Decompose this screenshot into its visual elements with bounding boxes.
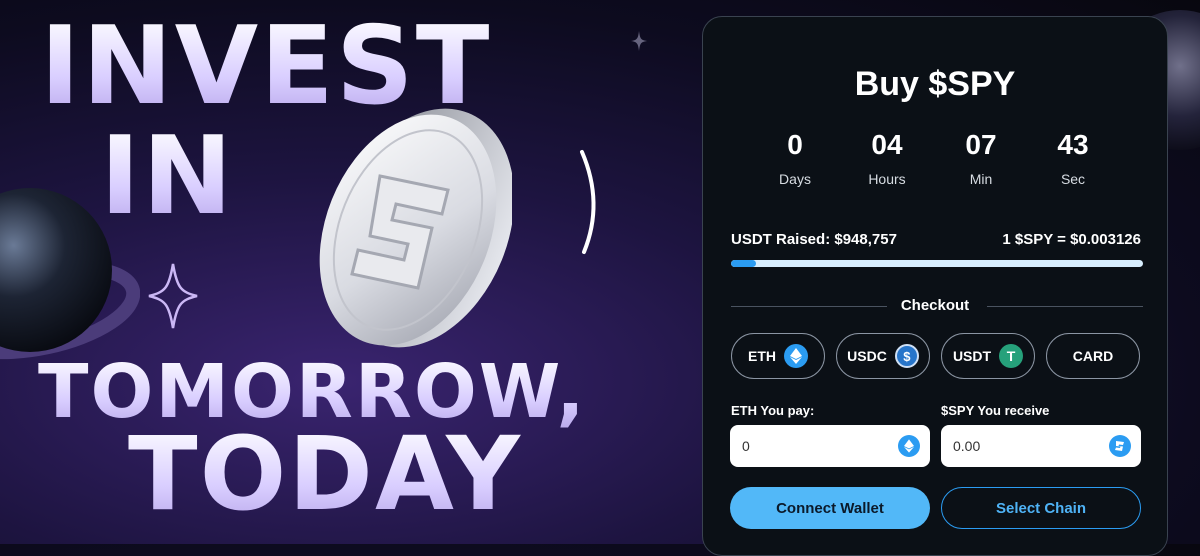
countdown-hours-value: 04: [871, 129, 903, 160]
pay-option-usdt-label: USDT: [952, 348, 992, 364]
countdown-hours-label: Hours: [868, 171, 906, 187]
countdown-hours: 04 Hours: [837, 129, 937, 187]
countdown-days-value: 0: [787, 129, 803, 160]
countdown-sec-value: 43: [1057, 129, 1089, 160]
countdown-sec-label: Sec: [1060, 171, 1086, 187]
eth-icon: [784, 344, 808, 368]
countdown-days-label: Days: [779, 171, 811, 187]
connect-wallet-button[interactable]: Connect Wallet: [730, 487, 930, 529]
hero-line-2: IN: [100, 114, 235, 239]
buy-panel: Buy $SPY 0 Days 04 Hours 07 Min 43 Sec U…: [702, 16, 1168, 556]
pay-option-usdc[interactable]: USDC $: [836, 333, 930, 379]
raise-progress-fill: [731, 260, 756, 267]
spy-token-icon: [1109, 435, 1131, 457]
usdt-raised: USDT Raised: $948,757: [731, 231, 897, 248]
countdown-min-value: 07: [965, 129, 997, 160]
pay-option-card[interactable]: CARD: [1046, 333, 1140, 379]
hero-section: INVEST IN TOMORROW, TODAY: [0, 0, 1200, 544]
pay-option-eth-label: ETH: [748, 348, 776, 364]
pay-option-usdc-label: USDC: [847, 348, 887, 364]
pay-amount-input[interactable]: [740, 437, 884, 455]
divider-right: [987, 306, 1143, 307]
countdown-days: 0 Days: [745, 129, 845, 187]
hero-line-4: TODAY: [128, 415, 522, 534]
countdown-min: 07 Min: [931, 129, 1031, 187]
sparkle-small-icon: [631, 31, 647, 51]
pay-amount-field[interactable]: [730, 425, 930, 467]
token-rate: 1 $SPY = $0.003126: [1002, 231, 1141, 248]
spy-coin-logo: [319, 108, 512, 348]
select-chain-button[interactable]: Select Chain: [941, 487, 1141, 529]
eth-icon: [898, 435, 920, 457]
countdown-sec: 43 Sec: [1023, 129, 1123, 187]
countdown-min-label: Min: [969, 171, 993, 187]
pay-option-eth[interactable]: ETH: [731, 333, 825, 379]
sparkle-icon: [148, 263, 198, 329]
receive-amount-field[interactable]: [941, 425, 1141, 467]
arc-decoration: [580, 150, 596, 254]
pay-option-card-label: CARD: [1072, 348, 1114, 364]
receive-amount-input[interactable]: [951, 437, 1095, 455]
pay-option-usdt[interactable]: USDT T: [941, 333, 1035, 379]
usdc-icon: $: [894, 344, 919, 368]
raise-progress-bar: [731, 260, 1143, 267]
panel-title: Buy $SPY: [854, 65, 1016, 103]
receive-amount-label: $SPY You receive: [941, 403, 1050, 418]
usdt-icon: T: [999, 344, 1024, 368]
pay-amount-label: ETH You pay:: [731, 403, 815, 418]
